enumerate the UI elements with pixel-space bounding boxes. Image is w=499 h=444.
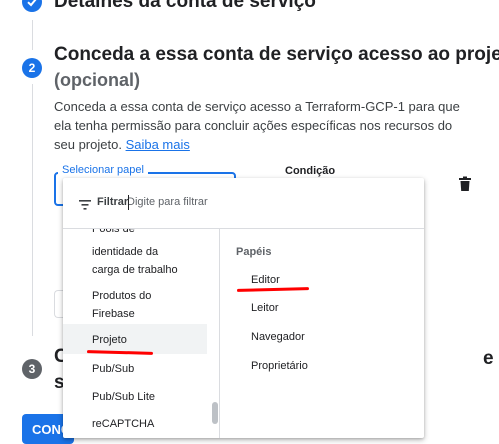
service-list-scrollbar[interactable] — [212, 402, 218, 424]
roles-header: Papéis — [236, 246, 272, 258]
filter-label: Filtrar — [97, 196, 129, 208]
step2-description: Conceda a essa conta de serviço acesso a… — [54, 97, 474, 154]
service-item[interactable]: reCAPTCHA — [63, 415, 207, 433]
service-list: Pools de identidade da carga de trabalho… — [63, 229, 220, 438]
step-connector-line — [32, 20, 33, 50]
delete-role-trash-icon[interactable] — [458, 176, 472, 197]
filter-icon — [79, 197, 91, 215]
role-dropdown-panel: Filtrar Pools de identidade da carga de … — [63, 178, 424, 438]
step-complete-check-icon — [22, 0, 42, 12]
step-connector-line — [32, 84, 33, 336]
step2-optional-label: (opcional) — [54, 70, 140, 90]
role-item[interactable]: Navegador — [251, 331, 305, 343]
role-item[interactable]: Leitor — [251, 302, 279, 314]
service-item[interactable]: Pub/Sub Lite — [63, 388, 207, 406]
text-cursor — [128, 195, 129, 210]
service-item[interactable]: Pub/Sub — [63, 360, 207, 378]
step3-number-badge: 3 — [22, 359, 42, 379]
service-item-selected[interactable]: Projeto — [63, 324, 207, 354]
service-item[interactable]: Produtos do — [63, 287, 207, 305]
role-select-label: Selecionar papel — [58, 164, 148, 176]
service-item[interactable]: identidade da — [63, 243, 207, 261]
step2-number-badge: 2 — [22, 58, 42, 78]
step1-title: Detalhes da conta de serviço — [54, 0, 316, 12]
service-item[interactable]: Firebase — [63, 305, 207, 323]
filter-input[interactable] — [127, 192, 407, 212]
filter-row: Filtrar — [63, 178, 424, 229]
service-item[interactable]: Pools de — [63, 229, 207, 238]
annotation-underline-editor — [236, 287, 310, 292]
step2-description-text: Conceda a essa conta de serviço acesso a… — [54, 99, 460, 152]
role-item[interactable]: Editor — [251, 274, 280, 286]
learn-more-link[interactable]: Saiba mais — [126, 137, 190, 152]
step2-title: Conceda a essa conta de serviço acesso a… — [54, 44, 499, 65]
step3-title-end: e — [483, 348, 494, 369]
role-item[interactable]: Proprietário — [251, 360, 308, 372]
service-item[interactable]: carga de trabalho — [63, 261, 207, 279]
condition-label: Condição — [285, 165, 336, 177]
